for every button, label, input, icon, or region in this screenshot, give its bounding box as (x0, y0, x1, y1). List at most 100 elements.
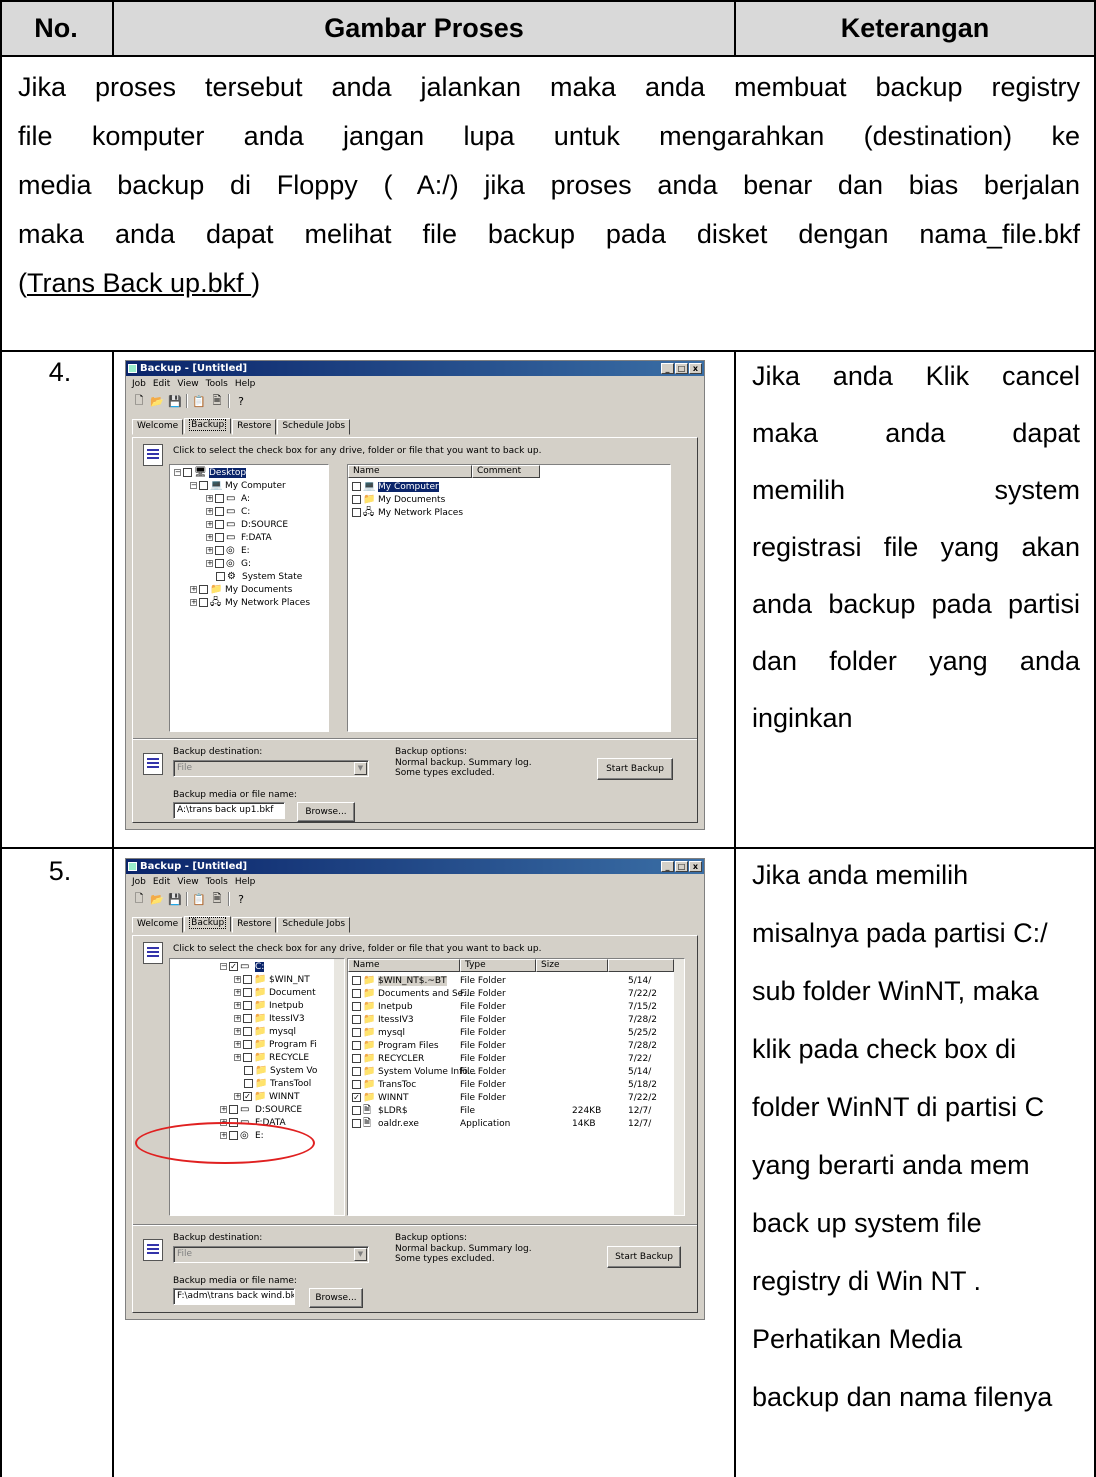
header-keterangan: Keterangan (840, 13, 990, 43)
column-type[interactable]: Type (460, 959, 536, 972)
list-item[interactable]: 📁 Documents and Se... File Folder 7/22/2 (352, 988, 670, 1001)
menu-job[interactable]: Job (132, 379, 146, 389)
checkbox[interactable] (352, 1015, 361, 1024)
new-icon[interactable]: 🗋 (132, 892, 146, 906)
options-line-2: Some types excluded. (395, 768, 495, 778)
row-description: Jika anda Klik cancel maka anda dapat me… (752, 361, 1080, 733)
file-icon: 🗎 (363, 1104, 372, 1116)
open-icon[interactable]: 📂 (150, 394, 164, 408)
checkbox[interactable] (352, 1106, 361, 1115)
tab-schedule-jobs[interactable]: Schedule Jobs (277, 419, 351, 435)
column-name[interactable]: Name (348, 959, 460, 972)
open-icon[interactable]: 📂 (150, 892, 164, 906)
destination-dropdown[interactable]: File ▼ (173, 760, 369, 777)
list-item[interactable]: 📁 Program Files File Folder 7/28/2 (352, 1040, 670, 1053)
file-list[interactable]: Name Type Size 📁 $WIN_NT$.~BT File Folder 5… (347, 958, 685, 1216)
list-item[interactable]: 📁 Inetpub File Folder 7/15/2 (352, 1001, 670, 1014)
file-list[interactable]: Name Comment 💻 My Computer 📁 My Documents … (347, 464, 671, 732)
checkbox[interactable] (352, 989, 361, 998)
tab-restore[interactable]: Restore (232, 917, 277, 933)
list-item[interactable]: 🗎 $LDR$ File 224KB 12/7/ (352, 1105, 670, 1118)
browse-button[interactable]: Browse... (309, 1288, 363, 1308)
help-icon[interactable]: ? (234, 394, 248, 408)
folder-icon: 📁 (255, 1077, 268, 1089)
menu-edit[interactable]: Edit (153, 877, 170, 887)
report-icon[interactable]: 📋 (192, 394, 206, 408)
maximize-button[interactable]: □ (675, 363, 688, 374)
menu-tools[interactable]: Tools (206, 379, 228, 389)
menu-help[interactable]: Help (235, 877, 256, 887)
intro-line: maka anda dapat melihat file backup pada… (18, 219, 1080, 249)
tree-scrollbar[interactable] (334, 959, 344, 1215)
close-button[interactable]: x (689, 363, 702, 374)
menu-view[interactable]: View (177, 877, 198, 887)
intro-file-link: Trans Back up.bkf (27, 268, 252, 298)
save-icon[interactable]: 💾 (168, 394, 182, 408)
list-item[interactable]: 📁 mysql File Folder 5/25/2 (352, 1027, 670, 1040)
list-item[interactable]: 📁 $WIN_NT$.~BT File Folder 5/14/ (352, 975, 670, 988)
backup-app-icon (128, 364, 137, 373)
maximize-button[interactable]: □ (675, 861, 688, 872)
checklist-icon (143, 444, 163, 466)
minimize-button[interactable]: _ (661, 861, 674, 872)
save-icon[interactable]: 💾 (168, 892, 182, 906)
new-icon[interactable]: 🗋 (132, 394, 146, 408)
tab-restore[interactable]: Restore (232, 419, 277, 435)
folder-icon: 📁 (210, 583, 223, 595)
list-item[interactable]: 📁 TransToc File Folder 5/18/2 (352, 1079, 670, 1092)
menu-job[interactable]: Job (132, 877, 146, 887)
start-backup-button[interactable]: Start Backup (607, 1246, 681, 1268)
folder-tree[interactable]: − ✓ ▭ C: + 📁 $WIN_NT + 📁 Document + 📁 Inetpub + 📁 I… (169, 958, 345, 1216)
browse-button[interactable]: Browse... (297, 802, 355, 822)
minimize-button[interactable]: _ (661, 363, 674, 374)
media-filename-input[interactable]: F:\adm\trans back wind.bkf (173, 1288, 295, 1305)
checkbox[interactable]: ✓ (352, 1093, 361, 1102)
list-item[interactable]: 📁 System Volume Info... File Folder 5/14/ (352, 1066, 670, 1079)
tab-welcome[interactable]: Welcome (132, 419, 184, 435)
report-icon[interactable]: 📋 (192, 892, 206, 906)
cd-drive-icon: ◎ (226, 544, 235, 556)
toolbar: 🗋 📂 💾 📋 🗎 ? (132, 394, 248, 408)
tab-backup[interactable]: Backup (184, 916, 232, 932)
folder-icon: 📁 (363, 1052, 376, 1064)
row-number: 5. (48, 856, 72, 886)
tab-schedule-jobs[interactable]: Schedule Jobs (277, 917, 351, 933)
start-backup-button[interactable]: Start Backup (597, 758, 673, 780)
list-item[interactable]: ✓ 📁 WINNT File Folder 7/22/2 (352, 1092, 670, 1105)
column-size[interactable]: Size (536, 959, 608, 972)
checkbox[interactable] (352, 1119, 361, 1128)
tab-welcome[interactable]: Welcome (132, 917, 184, 933)
destination-label: Backup destination: (173, 1233, 263, 1243)
menu-help[interactable]: Help (235, 379, 256, 389)
destination-dropdown[interactable]: File ▼ (173, 1246, 369, 1263)
checkbox[interactable] (352, 1080, 361, 1089)
column-comment[interactable]: Comment (472, 465, 540, 478)
checkbox[interactable] (352, 1002, 361, 1011)
destination-icon (143, 753, 163, 775)
tab-backup[interactable]: Backup (184, 418, 232, 434)
desktop-icon: 🖥 (194, 466, 207, 478)
menu-edit[interactable]: Edit (153, 379, 170, 389)
properties-icon[interactable]: 🗎 (210, 892, 224, 906)
menu-tools[interactable]: Tools (206, 877, 228, 887)
list-item[interactable]: 📁 ItessIV3 File Folder 7/28/2 (352, 1014, 670, 1027)
drive-icon: ▭ (226, 531, 236, 543)
media-filename-input[interactable]: A:\trans back up1.bkf (173, 802, 285, 819)
close-button[interactable]: x (689, 861, 702, 872)
cd-drive-icon: ◎ (226, 557, 235, 569)
checkbox[interactable] (352, 1054, 361, 1063)
menu-view[interactable]: View (177, 379, 198, 389)
window-titlebar: Backup - [Untitled] _ □ x (126, 361, 704, 376)
checkbox[interactable] (352, 1028, 361, 1037)
checkbox[interactable] (352, 1067, 361, 1076)
column-modified[interactable] (608, 959, 674, 972)
properties-icon[interactable]: 🗎 (210, 394, 224, 408)
list-scrollbar[interactable] (674, 959, 684, 1215)
checkbox[interactable] (352, 976, 361, 985)
list-item[interactable]: 📁 RECYCLER File Folder 7/22/ (352, 1053, 670, 1066)
help-icon[interactable]: ? (234, 892, 248, 906)
checkbox[interactable] (352, 1041, 361, 1050)
list-item[interactable]: 🗎 oaldr.exe Application 14KB 12/7/ (352, 1118, 670, 1131)
column-name[interactable]: Name (348, 465, 472, 478)
folder-tree[interactable]: − 🖥 Desktop − 💻 My Computer + ▭ A: + ▭ C: + ▭ D:SO… (169, 464, 329, 732)
